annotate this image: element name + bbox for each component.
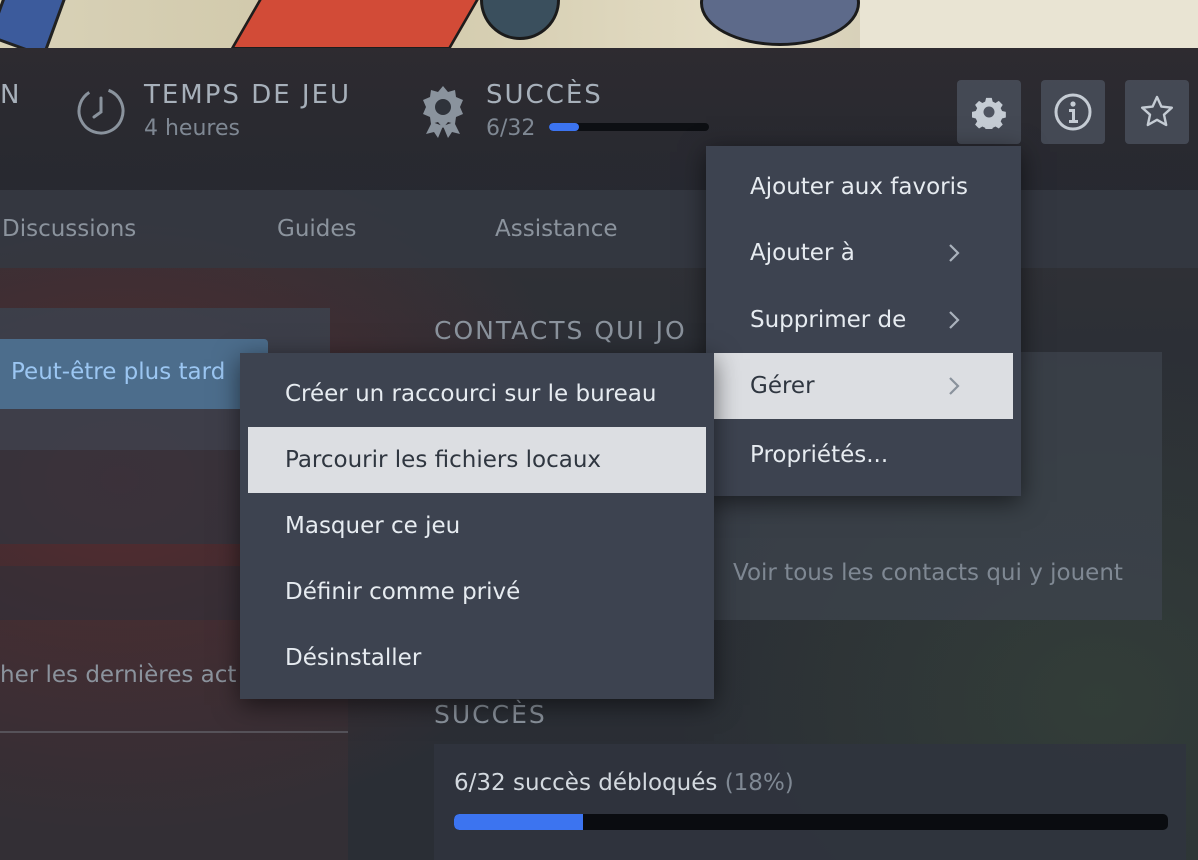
star-icon [1141,95,1173,127]
achievements-value: 6/32 [486,116,536,141]
recent-activity-link[interactable]: her les dernières act [0,662,236,688]
achievements-summary: 6/32 succès débloqués (18%) [454,770,794,796]
achievements-progress-bar [454,814,1168,830]
context-menu: Ajouter aux favoris Ajouter à Supprimer … [706,146,1021,496]
hero-artwork [0,0,1198,48]
achievements-section-title: SUCCÈS [434,700,547,729]
maybe-later-label: Peut-être plus tard [11,359,226,385]
menu-item-label: Gérer [750,373,815,399]
see-all-friends-link[interactable]: Voir tous les contacts qui y jouent [733,560,1123,586]
settings-button[interactable] [957,80,1021,144]
achievements-stat: SUCCÈS 6/32 [416,80,710,144]
stat-label-cut: N [0,80,22,110]
menu-item-manage[interactable]: Gérer [714,353,1013,419]
hero-art-shape [860,0,1198,48]
menu-item-label: Propriétés... [750,442,889,468]
menu-item-browse-local-files[interactable]: Parcourir les fichiers locaux [248,427,706,493]
hero-art-shape [700,0,860,46]
divider [0,731,348,733]
menu-item-label: Ajouter aux favoris [750,174,969,200]
menu-item-label: Supprimer de [750,307,907,333]
menu-item-label: Parcourir les fichiers locaux [285,447,602,473]
achievements-progress-fill [454,814,583,830]
achievements-mini-progress [549,123,710,131]
maybe-later-button[interactable]: Peut-être plus tard [0,339,268,409]
playtime-value: 4 heures [144,116,240,141]
achievement-badge-icon [423,86,463,138]
menu-item-uninstall[interactable]: Désinstaller [240,625,714,691]
tab-discussions[interactable]: Discussions [2,216,136,242]
hero-art-shape [480,0,560,40]
favorite-button[interactable] [1125,80,1189,144]
menu-item-remove-from[interactable]: Supprimer de [706,287,1021,353]
hero-art-shape [0,0,72,48]
manage-submenu: Créer un raccourci sur le bureau Parcour… [240,353,714,699]
achievements-card [434,744,1186,860]
menu-item-hide-game[interactable]: Masquer ce jeu [240,493,714,559]
friends-section-title: CONTACTS QUI JO [434,316,687,345]
menu-item-set-private[interactable]: Définir comme privé [240,559,714,625]
menu-item-label: Définir comme privé [285,579,521,605]
achievements-percent: (18%) [724,770,794,796]
playtime-label: TEMPS DE JEU [144,80,352,110]
chevron-right-icon [949,311,960,329]
chevron-right-icon [949,244,960,262]
playtime-stat: TEMPS DE JEU 4 heures [74,80,351,144]
menu-item-label: Masquer ce jeu [285,513,461,539]
menu-item-create-shortcut[interactable]: Créer un raccourci sur le bureau [240,361,714,427]
achievements-mini-progress-fill [549,123,580,131]
achievements-label: SUCCÈS [486,80,603,110]
hero-art-shape [229,0,491,48]
tab-guides[interactable]: Guides [277,216,357,242]
menu-item-label: Désinstaller [285,645,422,671]
tab-support[interactable]: Assistance [495,216,618,242]
menu-item-add-favorites[interactable]: Ajouter aux favoris [706,154,1021,220]
menu-item-label: Créer un raccourci sur le bureau [285,381,657,407]
gear-icon [972,97,1006,129]
menu-item-add-to[interactable]: Ajouter à [706,220,1021,286]
chevron-right-icon [949,377,960,395]
info-icon [1054,93,1092,131]
menu-item-properties[interactable]: Propriétés... [706,422,1021,488]
achievements-summary-text: 6/32 succès débloqués [454,770,718,796]
info-button[interactable] [1041,80,1105,144]
menu-item-label: Ajouter à [750,240,855,266]
clock-icon [77,87,125,135]
